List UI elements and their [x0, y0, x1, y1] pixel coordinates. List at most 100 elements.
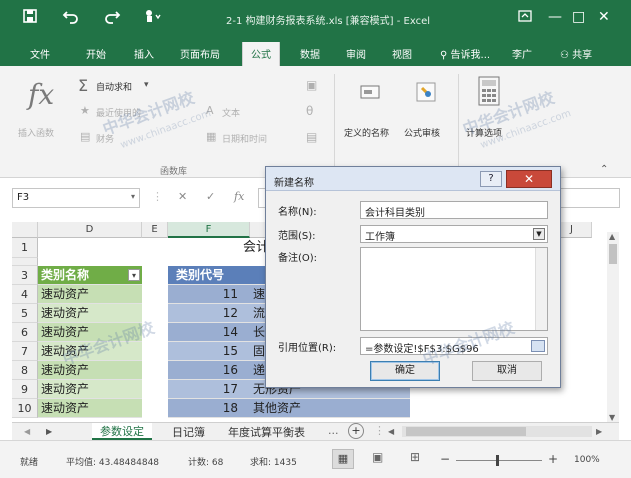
help-button[interactable]: ? [480, 171, 502, 187]
row-header[interactable]: 3 [12, 266, 38, 285]
undo-icon[interactable] [62, 8, 80, 29]
tab-home[interactable]: 开始 [86, 46, 106, 61]
collapse-ribbon-icon[interactable]: ⌃ [600, 164, 608, 175]
user-name[interactable]: 李广 [512, 46, 532, 61]
table-cell[interactable]: 18 [168, 399, 250, 418]
next-sheet-icon[interactable]: ▶ [46, 427, 52, 436]
select-all-corner[interactable] [12, 222, 38, 238]
normal-view-icon[interactable]: ▦ [332, 449, 354, 469]
table-cell[interactable]: 速动资产 [38, 323, 142, 342]
column-header-e[interactable]: E [142, 222, 168, 238]
scope-select[interactable]: 工作簿 ▼ [360, 225, 548, 243]
name-input[interactable]: 会计科目类别 [360, 201, 548, 219]
table-cell[interactable]: 速动资产 [38, 380, 142, 399]
page-break-view-icon[interactable]: ⊞ [410, 450, 420, 464]
row-header[interactable]: 7 [12, 342, 38, 361]
header-category-code[interactable]: 类别代号 [168, 266, 250, 285]
name-box[interactable]: F3 ▾ [12, 188, 140, 208]
maximize-button[interactable]: □ [572, 9, 585, 25]
table-cell[interactable]: 17 [168, 380, 250, 399]
hscroll-thumb[interactable] [406, 427, 526, 436]
tab-page-layout[interactable]: 页面布局 [180, 46, 220, 61]
lookup-icon[interactable]: ▣ [306, 78, 317, 92]
insert-function-icon[interactable]: fx [234, 190, 244, 203]
share-button[interactable]: ⚇ 共享 [560, 46, 592, 61]
comment-scrollbar[interactable] [535, 248, 547, 330]
formula-bar-grip-icon: ⋮ [152, 190, 163, 203]
calendar-icon: ▦ [206, 130, 217, 143]
refers-to-input[interactable]: =参数设定!$F$3:$G$96 [360, 337, 548, 355]
chevron-down-icon[interactable]: ▼ [533, 228, 545, 240]
table-cell[interactable]: 速动资产 [38, 399, 142, 418]
table-cell[interactable]: 速动资产 [38, 304, 142, 323]
cancel-button[interactable]: 取消 [472, 361, 542, 381]
zoom-level[interactable]: 100% [574, 455, 600, 465]
tell-me-search[interactable]: ⚲ 告诉我... [440, 46, 490, 61]
sigma-icon: Σ [78, 76, 89, 95]
ribbon-display-icon[interactable] [518, 9, 532, 27]
table-cell[interactable]: 12 [168, 304, 250, 323]
table-cell[interactable]: 11 [168, 285, 250, 304]
table-cell[interactable]: 15 [168, 342, 250, 361]
page-layout-view-icon[interactable]: ▣ [372, 450, 383, 464]
dialog-close-button[interactable]: ✕ [506, 170, 552, 188]
sheet-tab-trial-balance[interactable]: 年度试算平衡表 [228, 424, 305, 440]
table-cell[interactable]: 16 [168, 361, 250, 380]
row-header[interactable]: 10 [12, 399, 38, 418]
horizontal-scrollbar[interactable] [402, 426, 592, 437]
row-header[interactable]: 9 [12, 380, 38, 399]
table-cell[interactable]: 速动资产 [38, 361, 142, 380]
fx-icon: fx [28, 78, 55, 111]
more-sheets-button[interactable]: ... [328, 424, 339, 437]
touch-mode-icon[interactable] [142, 8, 162, 29]
tab-data[interactable]: 数据 [300, 46, 320, 61]
zoom-in-button[interactable]: + [548, 452, 558, 466]
cancel-edit-icon[interactable]: ✕ [178, 190, 187, 203]
confirm-edit-icon[interactable]: ✓ [206, 190, 215, 203]
tab-insert[interactable]: 插入 [134, 46, 154, 61]
add-sheet-button[interactable]: + [348, 423, 364, 439]
table-cell[interactable]: 速动资产 [38, 342, 142, 361]
save-icon[interactable] [22, 8, 38, 29]
prev-sheet-icon[interactable]: ◀ [24, 427, 30, 436]
sheet-tab-journal[interactable]: 日记簿 [172, 424, 205, 440]
minimize-button[interactable]: — [548, 9, 562, 25]
table-cell[interactable]: 14 [168, 323, 250, 342]
zoom-slider[interactable] [456, 455, 542, 466]
row-header[interactable]: 1 [12, 238, 38, 258]
zoom-slider-handle[interactable] [496, 455, 499, 466]
vertical-scrollbar[interactable]: ▲ ▼ [607, 232, 619, 422]
tab-file[interactable]: 文件 [30, 46, 50, 61]
sheet-tab-params[interactable]: 参数设定 [92, 423, 152, 440]
row-header[interactable]: 6 [12, 323, 38, 342]
hscroll-right-icon[interactable]: ▶ [596, 427, 602, 436]
sheet-tab-bar: ◀ ▶ 参数设定 日记簿 年度试算平衡表 ... + ⋮ ◀ ▶ [12, 422, 619, 440]
tab-formulas[interactable]: 公式 [242, 42, 280, 66]
column-header-f[interactable]: F [168, 222, 250, 238]
table-cell[interactable]: 其他资产 [250, 399, 410, 418]
column-header-d[interactable]: D [38, 222, 142, 238]
range-picker-icon[interactable] [531, 340, 545, 352]
tab-review[interactable]: 审阅 [346, 46, 366, 61]
row-header[interactable]: 8 [12, 361, 38, 380]
dialog-title-bar[interactable]: 新建名称 ? ✕ [266, 167, 560, 191]
math-icon[interactable]: θ [306, 104, 313, 118]
hscroll-left-icon[interactable]: ◀ [388, 427, 394, 436]
header-category-name[interactable]: 类别名称 ▾ [38, 266, 142, 285]
more-functions-icon[interactable]: ▤ [306, 130, 317, 144]
tab-view[interactable]: 视图 [392, 46, 412, 61]
row-header[interactable]: 4 [12, 285, 38, 304]
defined-names-label: 定义的名称 [344, 129, 390, 139]
scroll-up-icon[interactable]: ▲ [609, 232, 615, 241]
tab-split-icon[interactable]: ⋮ [374, 424, 385, 437]
scrollbar-thumb[interactable] [609, 244, 617, 264]
close-window-button[interactable]: ✕ [598, 9, 610, 25]
scroll-down-icon[interactable]: ▼ [609, 413, 615, 422]
zoom-out-button[interactable]: − [440, 452, 450, 466]
comment-textarea[interactable] [360, 247, 548, 331]
redo-icon[interactable] [103, 8, 121, 29]
ok-button[interactable]: 确定 [370, 361, 440, 381]
table-cell[interactable]: 速动资产 [38, 285, 142, 304]
row-header[interactable]: 5 [12, 304, 38, 323]
filter-dropdown-icon[interactable]: ▾ [128, 269, 140, 281]
